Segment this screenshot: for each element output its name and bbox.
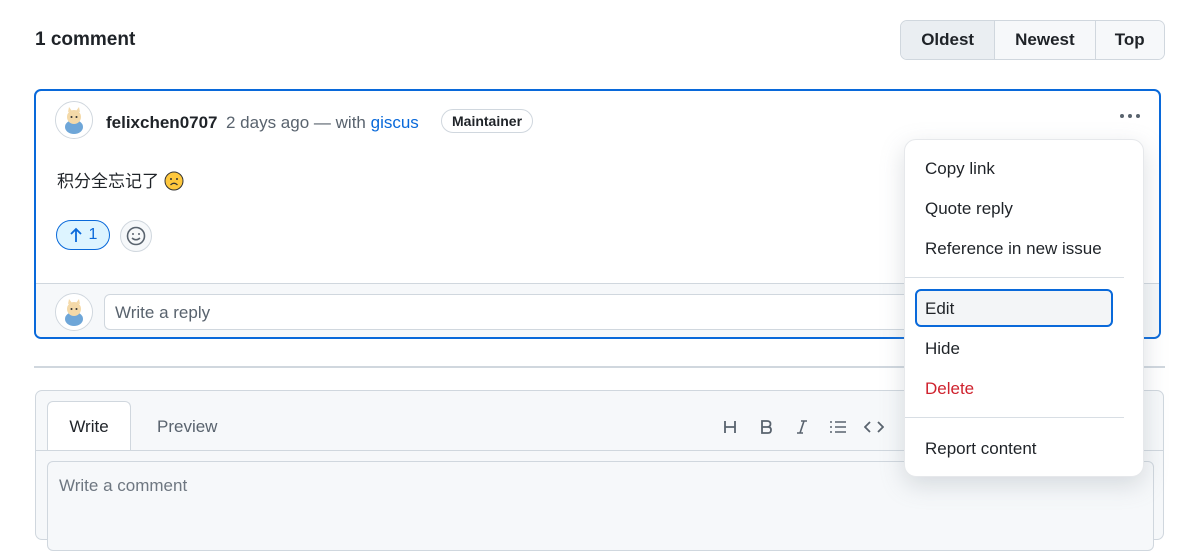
list-icon[interactable] bbox=[824, 415, 852, 439]
kebab-horizontal-icon bbox=[1120, 114, 1140, 118]
tab-write[interactable]: Write bbox=[47, 401, 131, 451]
menu-delete[interactable]: Delete bbox=[925, 379, 974, 399]
reply-avatar bbox=[55, 293, 93, 331]
sort-top-button[interactable]: Top bbox=[1095, 21, 1164, 59]
menu-report-content[interactable]: Report content bbox=[925, 439, 1037, 459]
more-options-button[interactable] bbox=[1116, 103, 1144, 127]
arrow-up-icon bbox=[69, 227, 82, 242]
comment-time[interactable]: 2 days ago bbox=[226, 113, 309, 132]
code-icon[interactable] bbox=[860, 415, 888, 439]
add-reaction-button[interactable] bbox=[120, 220, 152, 252]
sort-oldest-button[interactable]: Oldest bbox=[901, 21, 996, 59]
comment-text: 积分全忘记了 bbox=[57, 172, 159, 191]
bold-icon[interactable] bbox=[752, 415, 780, 439]
menu-edit[interactable]: Edit bbox=[915, 289, 1113, 327]
menu-divider bbox=[905, 417, 1124, 418]
frowning-face-icon bbox=[164, 171, 184, 191]
upvote-count: 1 bbox=[88, 226, 98, 243]
italic-icon[interactable] bbox=[788, 415, 816, 439]
cat-avatar-icon bbox=[56, 294, 92, 330]
comment-body: 积分全忘记了 bbox=[57, 167, 184, 192]
comment-count: 1 comment bbox=[35, 29, 136, 50]
sort-toggle: Oldest Newest Top bbox=[900, 20, 1165, 60]
menu-quote-reply[interactable]: Quote reply bbox=[925, 199, 1013, 219]
tab-preview[interactable]: Preview bbox=[157, 417, 217, 437]
giscus-link[interactable]: giscus bbox=[371, 113, 419, 132]
comment-meta: 2 days ago — with giscus bbox=[226, 113, 419, 133]
menu-reference-new-issue[interactable]: Reference in new issue bbox=[925, 239, 1102, 259]
upvote-button[interactable]: 1 bbox=[56, 220, 110, 250]
smiley-icon bbox=[126, 226, 146, 246]
via-text: — with bbox=[313, 113, 366, 132]
sort-newest-button[interactable]: Newest bbox=[995, 21, 1096, 59]
avatar[interactable] bbox=[55, 101, 93, 139]
cat-avatar-icon bbox=[56, 102, 92, 138]
comment-author[interactable]: felixchen0707 bbox=[106, 113, 218, 133]
menu-divider bbox=[905, 277, 1124, 278]
maintainer-badge: Maintainer bbox=[441, 109, 534, 133]
heading-icon[interactable] bbox=[716, 415, 744, 439]
menu-copy-link[interactable]: Copy link bbox=[925, 159, 995, 179]
comment-options-menu: Copy link Quote reply Reference in new i… bbox=[904, 139, 1144, 477]
menu-hide[interactable]: Hide bbox=[925, 339, 960, 359]
